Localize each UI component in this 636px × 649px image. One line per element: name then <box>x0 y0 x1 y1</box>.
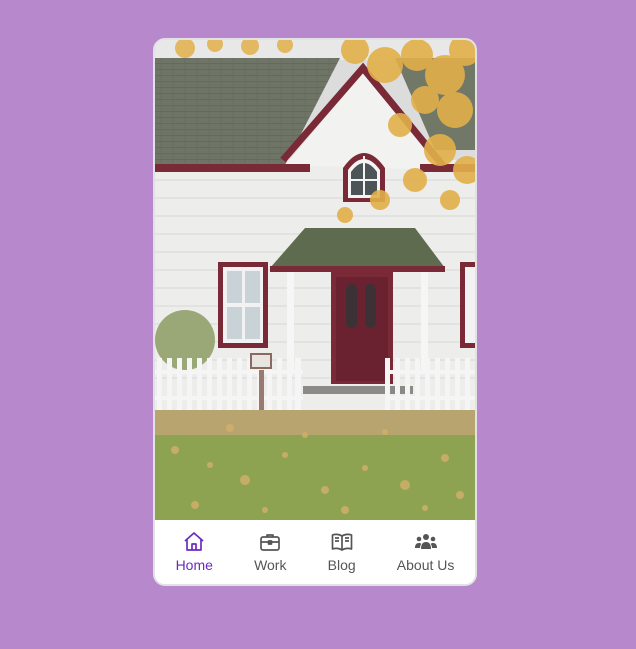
bottom-navigation: Home Work Blog About Us <box>155 520 475 584</box>
nav-item-home[interactable]: Home <box>170 524 219 580</box>
house-photo <box>155 40 475 520</box>
nav-label-home: Home <box>175 557 213 573</box>
nav-label-about-us: About Us <box>396 557 455 573</box>
people-icon <box>414 530 438 554</box>
book-icon <box>330 530 354 554</box>
nav-item-work[interactable]: Work <box>248 524 292 580</box>
briefcase-icon <box>258 530 282 554</box>
nav-item-blog[interactable]: Blog <box>322 524 362 580</box>
home-icon <box>182 530 206 554</box>
nav-label-blog: Blog <box>327 557 356 573</box>
nav-item-about-us[interactable]: About Us <box>391 524 461 580</box>
nav-label-work: Work <box>254 557 287 573</box>
phone-frame: Home Work Blog About Us <box>153 38 477 586</box>
